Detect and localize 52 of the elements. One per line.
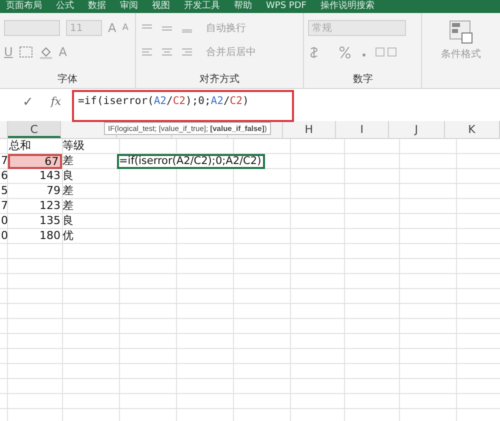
cell-text: 等级	[62, 139, 84, 152]
column-header[interactable]: I	[336, 121, 390, 138]
cell-text: 123	[39, 199, 60, 212]
cell-text: 0	[1, 214, 8, 227]
cell-text: 7	[1, 199, 8, 212]
menu-tab[interactable]: 开发工具	[184, 1, 220, 12]
grow-font-icon[interactable]: A	[108, 21, 116, 35]
selected-cell[interactable]: 67	[8, 154, 62, 169]
cell-text: 180	[39, 229, 60, 242]
cell-editor[interactable]: =if(iserror(A2/C2);0;A2/C2)	[116, 154, 266, 169]
cell-text: 6	[1, 169, 8, 182]
fill-bucket-icon[interactable]	[38, 45, 53, 59]
border-icon[interactable]	[18, 46, 33, 58]
enter-check-icon[interactable]: ✓	[14, 95, 42, 110]
column-header[interactable]: H	[283, 121, 336, 138]
shrink-font-icon[interactable]: A	[122, 23, 128, 33]
underline-icon[interactable]: U	[4, 45, 13, 59]
group-label: 对齐方式	[198, 72, 241, 86]
menu-tab[interactable]: 审阅	[120, 1, 138, 12]
menu-tab[interactable]: 页面布局	[6, 1, 42, 12]
column-header[interactable]: C	[8, 121, 62, 138]
conditional-format-button[interactable]: 条件格式	[441, 47, 482, 61]
cell-text: 0	[1, 229, 8, 242]
font-color-icon[interactable]: A	[58, 45, 68, 59]
column-header[interactable]: K	[444, 121, 500, 138]
cell-text: 5	[1, 184, 8, 197]
group-label: 数字	[352, 72, 374, 86]
cell-text: 79	[46, 184, 60, 197]
cell-text: 差	[62, 199, 74, 212]
menu-tab[interactable]: 操作说明搜索	[320, 1, 374, 12]
cell-text: 优	[62, 229, 74, 242]
cell-text: 差	[62, 154, 74, 167]
cell-text: 7	[1, 154, 8, 167]
menu-tab[interactable]: 视图	[152, 1, 170, 12]
cell-text: 良	[62, 169, 74, 182]
formula-field[interactable]: =if(iserror(A2/C2);0;A2/C2)	[72, 90, 294, 122]
cell-text: 总和	[8, 139, 31, 152]
column-header[interactable]: J	[389, 121, 445, 138]
cell-text: 差	[62, 184, 74, 197]
menu-tab[interactable]: 公式	[56, 1, 74, 12]
group-label: 字体	[56, 72, 79, 86]
menu-tab[interactable]: 帮助	[234, 1, 252, 12]
function-icon[interactable]: fx	[42, 95, 70, 108]
conditional-format-icon[interactable]	[448, 19, 474, 45]
cell-text: 135	[39, 214, 60, 227]
menu-tab[interactable]: WPS PDF	[266, 1, 306, 12]
cell-text: 67	[44, 155, 59, 168]
menu-tab[interactable]: 数据	[88, 1, 106, 12]
wrap-text-button[interactable]: 自动换行	[206, 21, 246, 35]
cell-text: 143	[39, 169, 60, 182]
cell-text: 良	[62, 214, 74, 227]
merge-center-button[interactable]: 合并后居中	[206, 45, 256, 59]
